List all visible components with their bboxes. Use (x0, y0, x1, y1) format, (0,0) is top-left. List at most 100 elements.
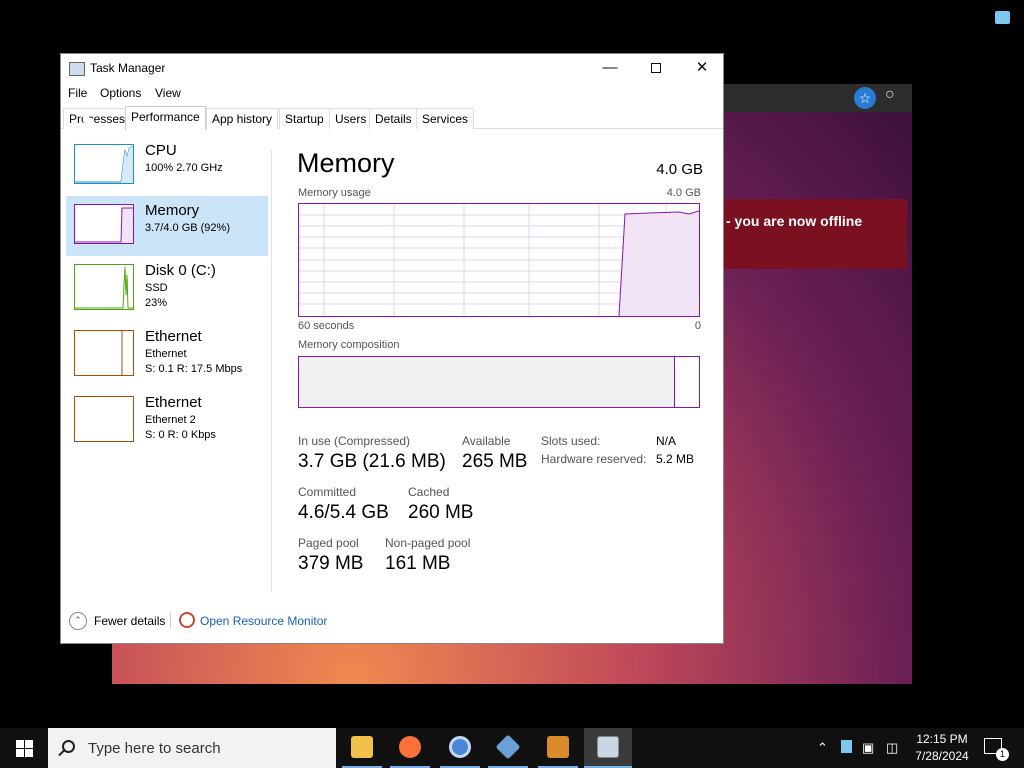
fewer-details-link[interactable]: Fewer details (94, 614, 165, 628)
composition-in-use (299, 357, 675, 407)
perf-item-ethernet-2[interactable]: Ethernet Ethernet 2 S: 0 R: 0 Kbps (66, 388, 268, 448)
wifi-icon[interactable]: ○ (885, 86, 895, 104)
minimize-button[interactable]: — (587, 54, 633, 84)
clock-date[interactable]: 7/28/2024 (909, 749, 975, 763)
tab-details[interactable]: Details (369, 108, 418, 129)
perf-item-detail-2: S: 0.1 R: 17.5 Mbps (145, 363, 243, 375)
in-use-label: In use (Compressed) (298, 434, 411, 448)
committed-label: Committed (298, 485, 357, 499)
tab-startup[interactable]: Startup (279, 108, 330, 129)
ethernet-2-thumbnail (74, 396, 134, 442)
paged-pool-label: Paged pool (298, 536, 359, 550)
perf-item-detail-2: 23% (145, 297, 168, 309)
panel-divider (271, 150, 272, 592)
time-left-label: 60 seconds (298, 320, 355, 332)
firefox-icon (399, 736, 421, 758)
perf-item-cpu[interactable]: CPU 100% 2.70 GHz (66, 136, 268, 196)
tab-users[interactable]: Users (329, 108, 373, 129)
window-title: Task Manager (90, 61, 166, 75)
task-manager-window[interactable]: Task Manager — ✕ File Options View Proce… (60, 53, 724, 644)
perf-item-name: Disk 0 (C:) (145, 262, 216, 279)
perf-item-detail: Ethernet 2 (145, 414, 196, 426)
perf-item-detail: 3.7/4.0 GB (92%) (145, 222, 230, 234)
perf-item-detail: Ethernet (145, 348, 187, 360)
perf-item-detail: 100% 2.70 GHz (145, 162, 223, 174)
tab-performance[interactable]: Performance (125, 106, 206, 130)
app-icon (547, 736, 569, 758)
windows-logo-icon (16, 740, 24, 748)
tab-bar: Processes Performance App history Startu… (61, 106, 723, 130)
taskbar-app[interactable] (534, 728, 582, 768)
memory-title: Memory (297, 148, 395, 178)
search-icon (62, 740, 75, 753)
clock-time[interactable]: 12:15 PM (912, 732, 972, 746)
menu-file[interactable]: File (68, 86, 87, 100)
non-paged-pool-value: 161 MB (385, 553, 451, 574)
footer-separator (170, 613, 171, 629)
taskbar: Type here to search ⌃ ▣ ◫ 12:15 PM 7/28/… (0, 728, 1024, 768)
taskbar-chromium[interactable] (436, 728, 484, 768)
memory-thumbnail (74, 204, 134, 244)
resource-monitor-icon[interactable] (179, 612, 195, 628)
perf-item-name: Ethernet (145, 328, 202, 345)
taskbar-task-manager[interactable] (584, 728, 632, 768)
volume-muted-icon[interactable]: ◫ (886, 740, 898, 756)
chromium-icon (449, 736, 471, 758)
perf-item-name: CPU (145, 142, 177, 159)
notification-count: 1 (996, 748, 1009, 761)
non-paged-pool-label: Non-paged pool (385, 536, 471, 550)
close-button[interactable]: ✕ (679, 54, 725, 84)
tab-app-history[interactable]: App history (206, 108, 279, 129)
tray-app-icon[interactable] (841, 740, 852, 753)
virtualbox-icon (495, 734, 521, 760)
paged-pool-value: 379 MB (298, 553, 364, 574)
open-resource-monitor-link[interactable]: Open Resource Monitor (200, 614, 327, 628)
memory-composition-bar (298, 356, 700, 408)
folder-icon (351, 736, 373, 758)
available-value: 265 MB (462, 451, 528, 472)
perf-item-memory[interactable]: Memory 3.7/4.0 GB (92%) (66, 196, 268, 256)
tab-services[interactable]: Services (416, 108, 475, 129)
taskbar-virtualbox[interactable] (484, 728, 532, 768)
task-manager-icon (69, 62, 85, 76)
accessibility-icon[interactable]: ☆ (854, 87, 876, 109)
perf-item-detail: SSD (145, 282, 168, 294)
perf-item-disk[interactable]: Disk 0 (C:) SSD 23% (66, 256, 268, 316)
perf-item-name: Memory (145, 202, 200, 219)
taskbar-file-explorer[interactable] (338, 728, 386, 768)
cached-label: Cached (408, 485, 450, 499)
performance-list: CPU 100% 2.70 GHz Memory 3.7/4.0 GB (92%… (61, 130, 271, 590)
memory-usage-graph (298, 203, 700, 317)
in-use-value: 3.7 GB (21.6 MB) (298, 451, 446, 472)
committed-value: 4.6/5.4 GB (298, 502, 389, 523)
usage-graph-svg (299, 204, 700, 317)
perf-item-detail-2: S: 0 R: 0 Kbps (145, 429, 216, 441)
start-button[interactable] (0, 728, 48, 768)
cached-value: 260 MB (408, 502, 474, 523)
available-label: Available (462, 434, 511, 448)
title-bar[interactable]: Task Manager — ✕ (61, 54, 723, 84)
notification-app-icon[interactable] (995, 11, 1010, 24)
time-right-label: 0 (694, 320, 701, 332)
offline-notice-text: - you are now offline (726, 213, 863, 229)
taskbar-search-box[interactable]: Type here to search (48, 728, 336, 768)
taskbar-firefox[interactable] (386, 728, 434, 768)
network-icon[interactable]: ▣ (862, 740, 874, 756)
slots-label: Slots used: (541, 434, 601, 448)
search-placeholder: Type here to search (88, 740, 221, 757)
chevron-up-icon[interactable]: ⌃ (817, 740, 828, 756)
maximize-button[interactable] (633, 54, 679, 84)
desktop: ☆ ○ - you are now offline Task Manager —… (0, 0, 1024, 720)
menu-options[interactable]: Options (100, 86, 141, 100)
chevron-up-icon[interactable]: ⌃ (69, 612, 87, 630)
slots-value: N/A (656, 434, 677, 448)
tab-processes[interactable]: Processes (63, 108, 132, 129)
memory-total: 4.0 GB (656, 161, 703, 178)
task-manager-icon (597, 736, 619, 758)
menu-view[interactable]: View (155, 86, 181, 100)
hardware-reserved-label: Hardware reserved: (541, 452, 647, 466)
cpu-thumbnail (74, 144, 134, 184)
composition-label: Memory composition (298, 339, 400, 351)
usage-label: Memory usage (298, 187, 371, 199)
perf-item-ethernet[interactable]: Ethernet Ethernet S: 0.1 R: 17.5 Mbps (66, 322, 268, 382)
